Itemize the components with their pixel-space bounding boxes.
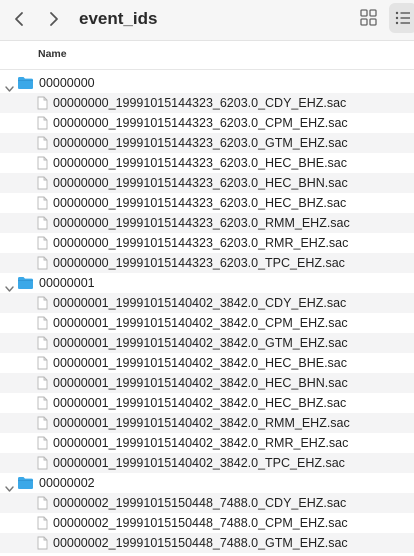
grid-view-icon: [360, 9, 377, 26]
document-icon: [37, 216, 48, 230]
document-icon: [37, 96, 48, 110]
file-name: 00000000_19991015144323_6203.0_RMR_EHZ.s…: [53, 236, 349, 250]
document-icon: [37, 256, 48, 270]
file-list: 00000000 00000000_19991015144323_6203.0_C…: [0, 73, 414, 553]
file-name: 00000001_19991015140402_3842.0_HEC_BHZ.s…: [53, 396, 347, 410]
document-icon: [37, 116, 48, 130]
file-name: 00000002_19991015150448_7488.0_CPM_EHZ.s…: [53, 516, 348, 530]
document-icon: [37, 516, 48, 530]
folder-icon: [17, 76, 34, 90]
file-name: 00000000_19991015144323_6203.0_CPM_EHZ.s…: [53, 116, 348, 130]
file-row[interactable]: 00000000_19991015144323_6203.0_HEC_BHE.s…: [0, 153, 414, 173]
file-name: 00000001_19991015140402_3842.0_HEC_BHE.s…: [53, 356, 348, 370]
document-icon: [37, 496, 48, 510]
list-view-icon: [395, 11, 410, 25]
file-row[interactable]: 00000000_19991015144323_6203.0_HEC_BHZ.s…: [0, 193, 414, 213]
grid-view-button[interactable]: [359, 7, 379, 27]
file-name: 00000001_19991015140402_3842.0_CPM_EHZ.s…: [53, 316, 348, 330]
file-name: 00000001_19991015140402_3842.0_GTM_EHZ.s…: [53, 336, 348, 350]
file-name: 00000001_19991015140402_3842.0_RMR_EHZ.s…: [53, 436, 349, 450]
file-row[interactable]: 00000000_19991015144323_6203.0_GTM_EHZ.s…: [0, 133, 414, 153]
folder-name: 00000000: [39, 76, 95, 90]
window-title: event_ids: [79, 9, 158, 28]
folder-row[interactable]: 00000000: [0, 73, 414, 93]
file-row[interactable]: 00000001_19991015140402_3842.0_TPC_EHZ.s…: [0, 453, 414, 473]
folder-icon: [17, 476, 34, 490]
disclosure-chevron-icon[interactable]: [5, 279, 14, 292]
file-name: 00000000_19991015144323_6203.0_GTM_EHZ.s…: [53, 136, 348, 150]
document-icon: [37, 376, 48, 390]
column-header-name[interactable]: Name: [0, 41, 414, 70]
file-name: 00000002_19991015150448_7488.0_GTM_EHZ.s…: [53, 536, 348, 550]
file-name: 00000000_19991015144323_6203.0_CDY_EHZ.s…: [53, 96, 347, 110]
folder-name: 00000001: [39, 276, 95, 290]
file-name: 00000000_19991015144323_6203.0_HEC_BHE.s…: [53, 156, 348, 170]
document-icon: [37, 336, 48, 350]
file-name: 00000000_19991015144323_6203.0_HEC_BHZ.s…: [53, 196, 347, 210]
file-row[interactable]: 00000001_19991015140402_3842.0_CDY_EHZ.s…: [0, 293, 414, 313]
file-row[interactable]: 00000000_19991015144323_6203.0_RMR_EHZ.s…: [0, 233, 414, 253]
document-icon: [37, 356, 48, 370]
column-header-label: Name: [38, 48, 67, 60]
file-row[interactable]: 00000001_19991015140402_3842.0_RMM_EHZ.s…: [0, 413, 414, 433]
file-row[interactable]: 00000001_19991015140402_3842.0_GTM_EHZ.s…: [0, 333, 414, 353]
file-name: 00000001_19991015140402_3842.0_CDY_EHZ.s…: [53, 296, 347, 310]
toolbar: event_ids: [0, 0, 414, 41]
file-row[interactable]: 00000000_19991015144323_6203.0_TPC_EHZ.s…: [0, 253, 414, 273]
file-name: 00000001_19991015140402_3842.0_RMM_EHZ.s…: [53, 416, 350, 430]
file-row[interactable]: 00000002_19991015150448_7488.0_CPM_EHZ.s…: [0, 513, 414, 533]
forward-button[interactable]: [44, 10, 62, 28]
document-icon: [37, 396, 48, 410]
file-row[interactable]: 00000000_19991015144323_6203.0_HEC_BHN.s…: [0, 173, 414, 193]
file-name: 00000001_19991015140402_3842.0_TPC_EHZ.s…: [53, 456, 345, 470]
document-icon: [37, 136, 48, 150]
disclosure-chevron-icon[interactable]: [5, 79, 14, 92]
file-name: 00000000_19991015144323_6203.0_RMM_EHZ.s…: [53, 216, 350, 230]
back-button[interactable]: [11, 10, 29, 28]
document-icon: [37, 456, 48, 470]
file-name: 00000001_19991015140402_3842.0_HEC_BHN.s…: [53, 376, 348, 390]
document-icon: [37, 156, 48, 170]
file-row[interactable]: 00000001_19991015140402_3842.0_HEC_BHN.s…: [0, 373, 414, 393]
chevron-right-icon: [50, 12, 58, 26]
file-name: 00000000_19991015144323_6203.0_HEC_BHN.s…: [53, 176, 348, 190]
file-row[interactable]: 00000001_19991015140402_3842.0_CPM_EHZ.s…: [0, 313, 414, 333]
file-name: 00000000_19991015144323_6203.0_TPC_EHZ.s…: [53, 256, 345, 270]
document-icon: [37, 416, 48, 430]
chevron-left-icon: [15, 12, 23, 26]
file-row[interactable]: 00000001_19991015140402_3842.0_HEC_BHZ.s…: [0, 393, 414, 413]
disclosure-chevron-icon[interactable]: [5, 479, 14, 492]
document-icon: [37, 196, 48, 210]
folder-name: 00000002: [39, 476, 95, 490]
list-view-button[interactable]: [389, 3, 414, 33]
document-icon: [37, 296, 48, 310]
document-icon: [37, 316, 48, 330]
file-row[interactable]: 00000000_19991015144323_6203.0_CDY_EHZ.s…: [0, 93, 414, 113]
file-row[interactable]: 00000000_19991015144323_6203.0_CPM_EHZ.s…: [0, 113, 414, 133]
file-name: 00000002_19991015150448_7488.0_CDY_EHZ.s…: [53, 496, 347, 510]
file-row[interactable]: 00000000_19991015144323_6203.0_RMM_EHZ.s…: [0, 213, 414, 233]
folder-row[interactable]: 00000001: [0, 273, 414, 293]
document-icon: [37, 176, 48, 190]
file-row[interactable]: 00000002_19991015150448_7488.0_GTM_EHZ.s…: [0, 533, 414, 553]
folder-row[interactable]: 00000002: [0, 473, 414, 493]
document-icon: [37, 436, 48, 450]
document-icon: [37, 236, 48, 250]
document-icon: [37, 536, 48, 550]
file-row[interactable]: 00000001_19991015140402_3842.0_RMR_EHZ.s…: [0, 433, 414, 453]
file-row[interactable]: 00000001_19991015140402_3842.0_HEC_BHE.s…: [0, 353, 414, 373]
folder-icon: [17, 276, 34, 290]
file-row[interactable]: 00000002_19991015150448_7488.0_CDY_EHZ.s…: [0, 493, 414, 513]
